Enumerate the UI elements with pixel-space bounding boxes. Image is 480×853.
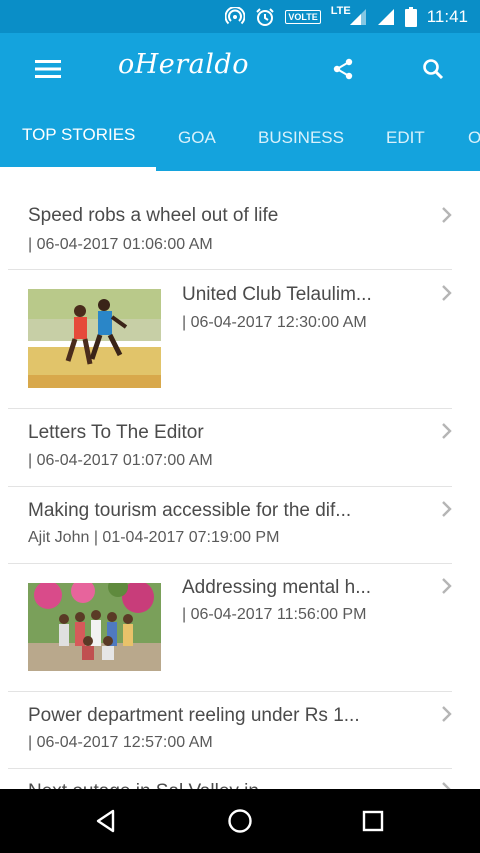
story-title: Next outage in Sal Valley in... bbox=[28, 781, 408, 789]
home-icon bbox=[228, 809, 252, 833]
group-photo-image bbox=[28, 583, 161, 671]
story-meta: | 06-04-2017 01:06:00 AM bbox=[28, 236, 213, 253]
story-list: Speed robs a wheel out of life | 06-04-2… bbox=[0, 190, 480, 789]
athletes-image bbox=[28, 289, 161, 388]
story-item[interactable]: Next outage in Sal Valley in... bbox=[8, 769, 452, 789]
volte-badge: VOLTE bbox=[285, 9, 321, 24]
story-title: Addressing mental h... bbox=[182, 577, 372, 598]
story-item[interactable]: Power department reeling under Rs 1... |… bbox=[8, 692, 452, 769]
story-item[interactable]: United Club Telaulim... | 06-04-2017 12:… bbox=[8, 270, 452, 409]
signal-icon-2 bbox=[377, 8, 394, 25]
story-item[interactable]: Letters To The Editor | 06-04-2017 01:07… bbox=[8, 409, 452, 487]
story-meta: | 06-04-2017 12:57:00 AM bbox=[28, 734, 213, 751]
tab-business[interactable]: BUSINESS bbox=[258, 128, 344, 148]
chevron-right-icon bbox=[442, 706, 452, 722]
story-item[interactable]: Addressing mental h... | 06-04-2017 11:5… bbox=[8, 564, 452, 692]
home-button[interactable] bbox=[224, 805, 256, 837]
story-title: Making tourism accessible for the dif... bbox=[28, 500, 352, 521]
story-title: Speed robs a wheel out of life bbox=[28, 205, 279, 226]
tab-more[interactable]: O bbox=[468, 128, 480, 148]
recents-button[interactable] bbox=[357, 805, 389, 837]
chevron-right-icon bbox=[442, 578, 452, 594]
story-item[interactable]: Making tourism accessible for the dif...… bbox=[8, 487, 452, 564]
search-icon bbox=[423, 59, 444, 80]
search-button[interactable] bbox=[415, 51, 451, 87]
story-meta: Ajit John | 01-04-2017 07:19:00 PM bbox=[28, 529, 280, 546]
category-tabs: TOP STORIES GOA BUSINESS EDIT O bbox=[0, 105, 480, 171]
menu-icon bbox=[35, 60, 61, 78]
hotspot-icon bbox=[225, 6, 246, 24]
tab-indicator bbox=[0, 167, 156, 171]
chevron-right-icon bbox=[442, 207, 452, 223]
story-item[interactable]: Speed robs a wheel out of life | 06-04-2… bbox=[8, 190, 452, 270]
back-icon bbox=[96, 809, 115, 833]
status-bar: VOLTE LTE 11:41 bbox=[0, 0, 480, 33]
story-title: Power department reeling under Rs 1... bbox=[28, 705, 360, 726]
chevron-right-icon bbox=[442, 501, 452, 517]
chevron-right-icon bbox=[442, 423, 452, 439]
story-thumbnail bbox=[28, 583, 161, 671]
story-title: United Club Telaulim... bbox=[182, 284, 372, 305]
story-title: Letters To The Editor bbox=[28, 422, 204, 443]
tab-edit[interactable]: EDIT bbox=[386, 128, 425, 148]
network-type: LTE bbox=[330, 4, 351, 17]
system-nav-bar bbox=[0, 789, 480, 853]
back-button[interactable] bbox=[90, 805, 122, 837]
story-meta: | 06-04-2017 12:30:00 AM bbox=[182, 314, 367, 331]
story-thumbnail bbox=[28, 289, 161, 388]
share-icon bbox=[333, 58, 353, 80]
menu-button[interactable] bbox=[30, 51, 66, 87]
chevron-right-icon bbox=[442, 285, 452, 301]
chevron-right-icon bbox=[442, 782, 451, 789]
recents-icon bbox=[362, 810, 384, 832]
alarm-icon bbox=[256, 7, 275, 26]
app-bar: oHeraldo bbox=[0, 33, 480, 105]
signal-icon bbox=[349, 8, 366, 25]
story-meta: | 06-04-2017 11:56:00 PM bbox=[182, 606, 367, 623]
tab-top-stories[interactable]: TOP STORIES bbox=[22, 125, 135, 145]
app-logo: oHeraldo bbox=[118, 49, 249, 80]
share-button[interactable] bbox=[325, 51, 361, 87]
story-meta: | 06-04-2017 01:07:00 AM bbox=[28, 452, 213, 469]
battery-icon bbox=[404, 6, 417, 27]
clock: 11:41 bbox=[426, 6, 468, 26]
tab-goa[interactable]: GOA bbox=[178, 128, 216, 148]
